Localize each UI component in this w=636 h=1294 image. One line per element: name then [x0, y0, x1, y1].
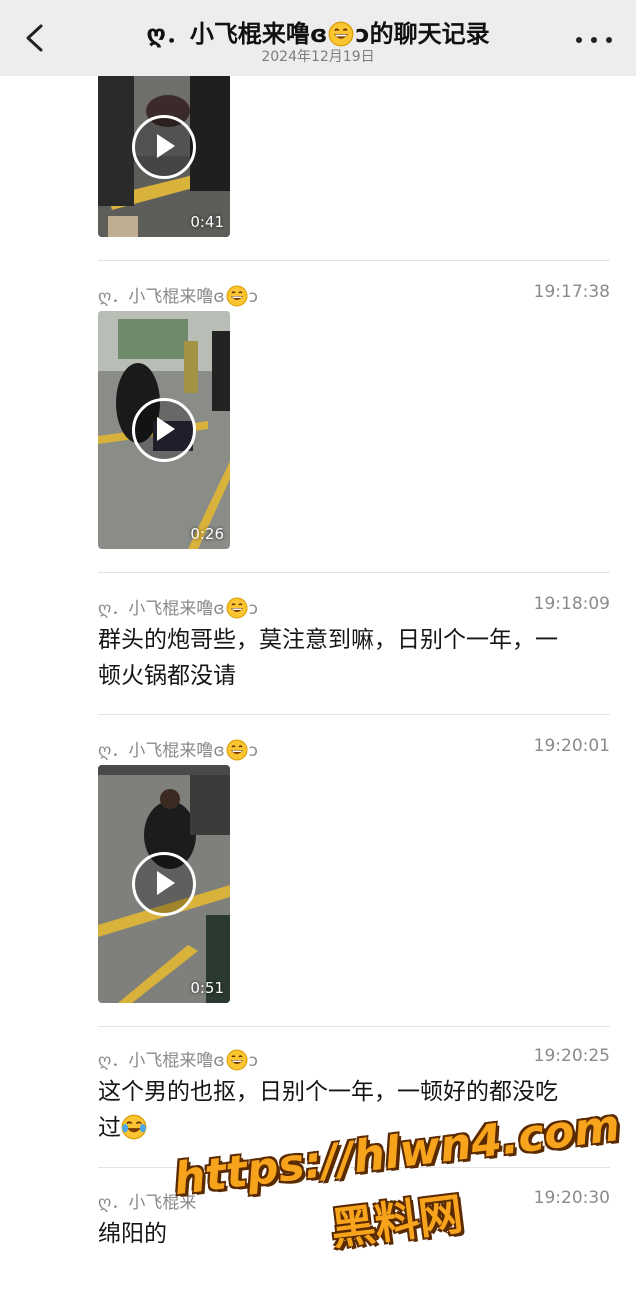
sender-name: ღ．小飞棍来	[98, 1193, 197, 1213]
sender-name: ღ．小飞棍来噜ɞ ɔ	[98, 282, 258, 307]
sender-name: ღ．小飞棍来噜ɞ ɔ	[98, 1046, 258, 1071]
sender-name-suffix: ɔ	[248, 741, 258, 761]
message-item: ღ．小飞棍来噜ɞ ɔ 19:17:38 0:26	[98, 280, 610, 552]
message-meta: ღ．小飞棍来噜ɞ ɔ 19:20:01	[98, 734, 610, 762]
more-dot	[576, 37, 582, 43]
title-suffix: ɔ的聊天记录	[355, 20, 490, 48]
message-meta: ღ．小飞棍来 19:20:30	[98, 1186, 610, 1214]
message-text: 群头的炮哥些，莫注意到嘛，日别个一年，一 顿火锅都没请	[98, 622, 610, 694]
video-thumbnail[interactable]: 0:41	[98, 56, 230, 237]
message-text-tail: 过	[98, 1115, 121, 1141]
video-duration: 0:41	[190, 213, 224, 231]
more-button[interactable]	[576, 28, 612, 52]
crying-laughing-face-icon	[121, 1114, 147, 1140]
video-duration: 0:51	[190, 979, 224, 997]
sender-name-text: ღ．小飞棍来噜ɞ	[98, 741, 225, 761]
grinning-face-icon	[226, 739, 248, 761]
chat-header: ღ．小飞棍来噜ɞ ɔ的聊天记录 2024年12月19日	[0, 0, 636, 76]
message-text: 绵阳的	[98, 1216, 610, 1252]
divider	[98, 572, 610, 573]
sender-name-suffix: ɔ	[248, 1051, 258, 1071]
title-prefix: ღ．小飞棍来噜ɞ	[146, 20, 328, 48]
chat-date: 2024年12月19日	[261, 49, 375, 65]
message-meta: ღ．小飞棍来噜ɞ ɔ 19:17:38	[98, 280, 610, 308]
grinning-face-icon	[226, 597, 248, 619]
message-time: 19:20:25	[533, 1046, 610, 1066]
message-item: ღ．小飞棍来噜ɞ ɔ 19:20:01 0:51	[98, 734, 610, 1006]
divider	[98, 260, 610, 261]
sender-name-text: ღ．小飞棍来噜ɞ	[98, 287, 225, 307]
play-icon	[132, 852, 196, 916]
sender-name-suffix: ɔ	[248, 287, 258, 307]
sender-name-text: ღ．小飞棍来噜ɞ	[98, 599, 225, 619]
message-time: 19:20:01	[533, 736, 610, 756]
grinning-face-icon	[226, 1049, 248, 1071]
more-dot	[591, 37, 597, 43]
video-thumbnail[interactable]: 0:26	[98, 311, 230, 549]
message-text-line: 这个男的也抠，日别个一年，一顿好的都没吃	[98, 1079, 558, 1105]
message-text-line: 绵阳的	[98, 1221, 167, 1247]
message-text-line: 过	[98, 1110, 610, 1146]
message-text-line: 群头的炮哥些，莫注意到嘛，日别个一年，一	[98, 627, 558, 653]
sender-name-suffix: ɔ	[248, 599, 258, 619]
divider	[98, 1026, 610, 1027]
message-item: ღ．小飞棍来噜ɞ ɔ 19:18:09 群头的炮哥些，莫注意到嘛，日别个一年，一 …	[98, 592, 610, 702]
grinning-face-icon	[226, 285, 248, 307]
sender-name: ღ．小飞棍来噜ɞ ɔ	[98, 594, 258, 619]
message-text-line: 顿火锅都没请	[98, 663, 236, 689]
sender-name-text: ღ．小飞棍来噜ɞ	[98, 1051, 225, 1071]
more-dot	[606, 37, 612, 43]
grinning-face-icon	[329, 21, 354, 47]
message-time: 19:17:38	[533, 282, 610, 302]
message-time: 19:18:09	[533, 594, 610, 614]
message-item: ღ．小飞棍来 19:20:30 绵阳的	[98, 1186, 610, 1256]
message-meta: ღ．小飞棍来噜ɞ ɔ 19:18:09	[98, 592, 610, 620]
message-item: 0:41	[98, 56, 610, 240]
page-title: ღ．小飞棍来噜ɞ ɔ的聊天记录	[60, 14, 576, 49]
divider	[98, 1167, 610, 1168]
message-text: 这个男的也抠，日别个一年，一顿好的都没吃 过	[98, 1074, 610, 1146]
message-time: 19:20:30	[533, 1188, 610, 1208]
message-item: ღ．小飞棍来噜ɞ ɔ 19:20:25 这个男的也抠，日别个一年，一顿好的都没吃 …	[98, 1044, 610, 1154]
play-icon	[132, 114, 196, 179]
sender-name: ღ．小飞棍来噜ɞ ɔ	[98, 736, 258, 761]
video-thumbnail[interactable]: 0:51	[98, 765, 230, 1003]
play-icon	[132, 398, 196, 462]
divider	[98, 714, 610, 715]
video-duration: 0:26	[190, 525, 224, 543]
message-meta: ღ．小飞棍来噜ɞ ɔ 19:20:25	[98, 1044, 610, 1072]
